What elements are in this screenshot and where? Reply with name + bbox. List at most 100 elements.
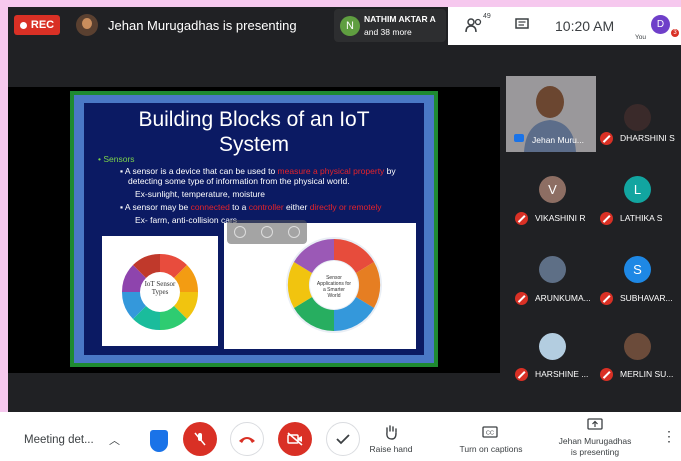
join-more: and 38 more bbox=[364, 27, 412, 37]
top-right-controls: 49 10:20 AM D You 3 bbox=[448, 7, 681, 45]
section-text: Sensors bbox=[103, 154, 135, 164]
presenter-avatar bbox=[76, 14, 98, 36]
join-notification[interactable]: N NATHIM AKTAR A and 38 more bbox=[334, 9, 446, 42]
mic-off-icon bbox=[600, 212, 613, 225]
more-options-icon[interactable]: ⋮ bbox=[662, 429, 676, 443]
sensor-types-wheel: IoT Sensor Types bbox=[102, 236, 218, 346]
join-avatar: N bbox=[340, 16, 360, 36]
people-count: 49 bbox=[483, 13, 491, 20]
raise-hand-label: Raise hand bbox=[369, 444, 413, 454]
participant-avatar: L bbox=[624, 176, 651, 203]
slide-content: Building Blocks of an IoT System • Senso… bbox=[84, 103, 424, 355]
mic-off-icon bbox=[600, 292, 613, 305]
participant-avatar bbox=[539, 333, 566, 360]
participant-name: HARSHINE ... bbox=[535, 369, 589, 379]
participant-name: SUBHAVAR... bbox=[620, 293, 673, 303]
mute-presenter-icon[interactable] bbox=[260, 226, 273, 238]
slide: Building Blocks of an IoT System • Senso… bbox=[70, 91, 438, 367]
presenting-line1: Jehan Murugadhas bbox=[558, 436, 632, 446]
hand-icon bbox=[386, 425, 397, 440]
chat-icon[interactable] bbox=[515, 18, 529, 31]
mic-off-icon bbox=[600, 132, 613, 145]
participant-tile[interactable]: MERLIN SU... bbox=[594, 316, 681, 392]
presentation-toolbar[interactable] bbox=[227, 220, 307, 244]
mic-off-icon bbox=[515, 212, 528, 225]
participant-tile[interactable]: ARUNKUMA... bbox=[502, 236, 591, 312]
bullet-2: ▪ A sensor may be connected to a control… bbox=[120, 202, 382, 212]
b2-mid2: either bbox=[283, 202, 310, 212]
participant-name: ARUNKUMA... bbox=[535, 293, 591, 303]
people-icon[interactable] bbox=[465, 17, 483, 33]
mic-off-icon bbox=[515, 368, 528, 381]
mic-off-icon bbox=[194, 432, 206, 446]
participant-avatar bbox=[624, 333, 651, 360]
captions-label: Turn on captions bbox=[459, 444, 523, 454]
participant-tile[interactable]: HARSHINE ... bbox=[502, 316, 589, 392]
camera-off-icon bbox=[287, 432, 303, 446]
presenter-title: Jehan Murugadhas is presenting bbox=[108, 18, 297, 33]
b1-post: by bbox=[384, 166, 396, 176]
b2-hl3: directly or remotely bbox=[309, 202, 382, 212]
b2-hl2: controller bbox=[248, 202, 284, 212]
participant-tile[interactable]: L LATHIKA S bbox=[594, 156, 681, 232]
presentation-area: Building Blocks of an IoT System • Senso… bbox=[8, 87, 500, 373]
slide-title-line2: System bbox=[218, 133, 289, 156]
chevron-up-icon[interactable]: ︿ bbox=[109, 432, 120, 448]
participant-name: MERLIN SU... bbox=[620, 369, 674, 379]
participant-avatar: V bbox=[539, 176, 566, 203]
leave-call-button[interactable] bbox=[230, 422, 264, 456]
meeting-details-button[interactable]: Meeting det... bbox=[24, 434, 94, 446]
checkmark-icon bbox=[336, 434, 350, 445]
participant-tile[interactable]: V VIKASHINI R bbox=[502, 156, 589, 232]
participant-avatar bbox=[624, 104, 651, 131]
slide-title-line1: Building Blocks of an IoT bbox=[138, 108, 370, 131]
app-center-label: Sensor Applications for a Smarter World bbox=[316, 275, 352, 299]
participant-name: VIKASHINI R bbox=[535, 213, 586, 223]
participant-tile[interactable]: S SUBHAVAR... bbox=[594, 236, 681, 312]
wheel-center-label: IoT Sensor Types bbox=[144, 280, 176, 296]
b2-mid: to a bbox=[229, 202, 249, 212]
captions-icon: CC bbox=[482, 426, 498, 438]
security-shield-icon[interactable] bbox=[150, 430, 168, 452]
join-name: NATHIM AKTAR A bbox=[364, 14, 436, 24]
self-avatar[interactable]: D bbox=[651, 15, 670, 34]
bullet-1-example: Ex-sunlight, temperature, moisture bbox=[135, 189, 265, 199]
section-heading: • Sensors bbox=[98, 154, 135, 164]
slide-border: Building Blocks of an IoT System • Senso… bbox=[74, 95, 434, 363]
bottom-toolbar: Meeting det... ︿ Raise hand CC Turn on c… bbox=[0, 412, 681, 461]
presenting-line2: is presenting bbox=[570, 447, 620, 457]
bullet-1-line2: detecting some type of information from … bbox=[128, 176, 350, 186]
meet-window: REC Jehan Murugadhas is presenting N NAT… bbox=[8, 7, 681, 461]
bullet-2-example: Ex- farm, anti-collision cars bbox=[135, 215, 238, 225]
slide-title: Building Blocks of an IoT System bbox=[84, 107, 424, 157]
b2-pre: A sensor may be bbox=[124, 202, 191, 212]
notification-badge: 3 bbox=[671, 29, 679, 37]
mic-off-icon bbox=[600, 368, 613, 381]
remove-icon[interactable] bbox=[287, 226, 300, 238]
pin-icon[interactable] bbox=[234, 226, 247, 238]
mic-off-icon bbox=[515, 292, 528, 305]
present-icon bbox=[587, 418, 603, 430]
self-label: You bbox=[635, 34, 646, 41]
participant-name: LATHIKA S bbox=[620, 213, 663, 223]
record-dot-icon bbox=[19, 21, 27, 29]
participant-avatar: S bbox=[624, 256, 651, 283]
recording-badge: REC bbox=[14, 15, 60, 35]
participant-name: Jehan Muru... bbox=[532, 135, 584, 145]
participant-avatar bbox=[539, 256, 566, 283]
mic-toggle-button[interactable] bbox=[183, 422, 217, 456]
hang-up-icon bbox=[239, 437, 255, 443]
participant-name: DHARSHINI S bbox=[620, 133, 675, 143]
check-button[interactable] bbox=[326, 422, 360, 456]
participant-tile[interactable]: DHARSHINI S bbox=[594, 76, 681, 152]
b2-hl1: connected bbox=[190, 202, 230, 212]
clock: 10:20 AM bbox=[555, 18, 615, 34]
rec-label: REC bbox=[30, 19, 55, 31]
participants-grid: Jehan Muru... DHARSHINI S V VIKASHINI R … bbox=[502, 73, 681, 387]
b1-pre: A sensor is a device that can be used to bbox=[124, 166, 278, 176]
presenting-label: Jehan Murugadhas is presenting bbox=[548, 436, 642, 458]
participant-video-tile[interactable]: Jehan Muru... bbox=[506, 76, 596, 152]
bullet-1: ▪ A sensor is a device that can be used … bbox=[120, 166, 396, 176]
svg-text:CC: CC bbox=[486, 431, 494, 437]
camera-toggle-button[interactable] bbox=[278, 422, 312, 456]
